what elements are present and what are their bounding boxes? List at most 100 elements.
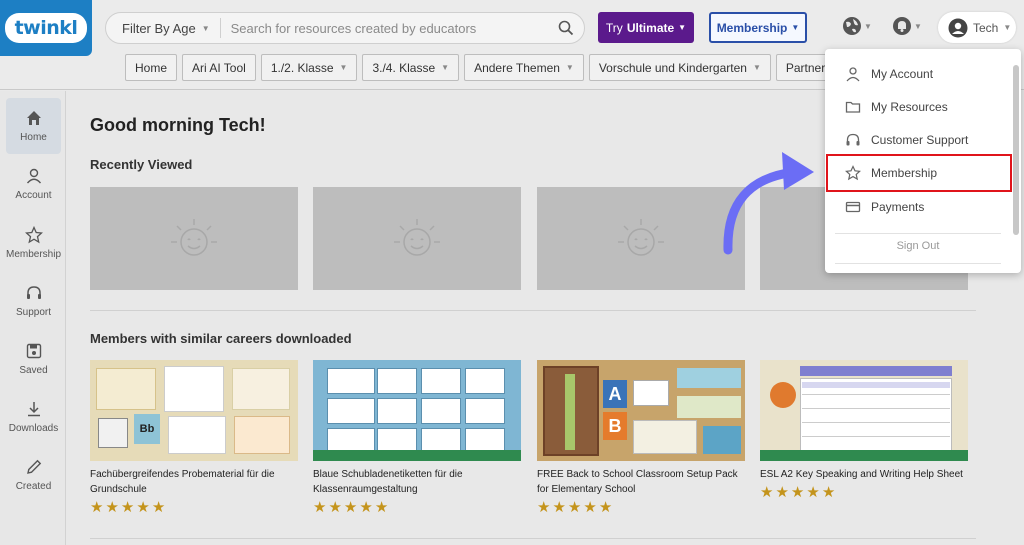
similar-careers-heading: Members with similar careers downloaded (90, 331, 352, 346)
chevron-down-icon: ▼ (791, 23, 800, 32)
left-sidebar: Home Account Membership Support Saved Do… (0, 91, 66, 545)
person-icon (26, 168, 41, 184)
sidebar-item-downloads[interactable]: Downloads (6, 389, 61, 445)
sidebar-item-label: Downloads (8, 423, 59, 434)
nav-vorschule[interactable]: Vorschule und Kindergarten ▼ (588, 54, 771, 81)
menu-item-label: Customer Support (871, 132, 969, 147)
sidebar-item-label: Home (20, 132, 47, 143)
recent-resource-placeholder[interactable] (313, 187, 521, 290)
nav-label: Ari AI Tool (192, 60, 246, 75)
sun-placeholder-icon (394, 218, 440, 256)
star-icon: ★ (552, 499, 566, 516)
search-icon[interactable] (548, 20, 584, 36)
chevron-down-icon: ▼ (678, 23, 687, 32)
annotation-arrow (723, 152, 814, 255)
bell-icon (893, 17, 911, 35)
sidebar-item-support[interactable]: Support (6, 273, 61, 329)
resource-card[interactable]: ESL A2 Key Speaking and Writing Help She… (760, 360, 968, 500)
nav-ari-ai-tool[interactable]: Ari AI Tool (182, 54, 256, 81)
age-filter-label: Filter By Age (122, 20, 196, 36)
dropdown-scrollbar[interactable] (1012, 53, 1020, 269)
resource-card[interactable]: A B FREE Back to School Classroom Setup … (537, 360, 745, 515)
greeting-heading: Good morning Tech! (90, 115, 266, 135)
nav-klasse-1-2[interactable]: 1./2. Klasse ▼ (260, 54, 358, 81)
search-input[interactable] (220, 20, 548, 36)
sidebar-item-membership[interactable]: Membership (6, 215, 61, 271)
chevron-down-icon: ▼ (864, 21, 872, 31)
resource-card[interactable]: Bb Fachübergreifendes Probematerial für … (90, 360, 298, 515)
sidebar-item-home[interactable]: Home (6, 98, 61, 154)
chevron-down-icon: ▼ (914, 21, 922, 31)
folder-icon (845, 101, 861, 113)
sidebar-item-account[interactable]: Account (6, 156, 61, 212)
nav-label: 1./2. Klasse (270, 60, 334, 75)
star-icon: ★ (105, 499, 119, 516)
section-divider (90, 310, 976, 311)
nav-label: Home (135, 60, 168, 75)
try-ultimate-button[interactable]: Try Ultimate ▼ (598, 12, 694, 43)
pencil-icon (26, 459, 41, 474)
star-icon: ★ (821, 484, 836, 501)
sidebar-item-created[interactable]: Created (6, 447, 61, 503)
menu-divider (835, 263, 1001, 264)
star-icon: ★ (151, 499, 166, 516)
nav-andere-themen[interactable]: Andere Themen ▼ (464, 54, 584, 81)
card-icon (845, 201, 861, 212)
scrollbar-thumb[interactable] (1013, 65, 1019, 235)
menu-item-my-account[interactable]: My Account (825, 57, 1011, 90)
download-icon (27, 402, 40, 417)
resource-title[interactable]: Fachübergreifendes Probematerial für die… (90, 467, 298, 497)
resource-title[interactable]: Blaue Schubladenetiketten für die Klasse… (313, 467, 521, 497)
star-icon: ★ (374, 499, 389, 516)
chevron-down-icon: ▼ (1003, 23, 1012, 32)
nav-home[interactable]: Home (125, 54, 178, 81)
chevron-down-icon: ▼ (339, 63, 348, 72)
chevron-down-icon: ▼ (565, 63, 574, 72)
resource-thumbnail[interactable]: Bb (90, 360, 298, 461)
membership-button-label: Membership (716, 20, 788, 35)
globe-icon (843, 17, 861, 35)
resource-thumbnail[interactable]: A B (537, 360, 745, 461)
headset-icon (26, 286, 41, 299)
nav-label: 3./4. Klasse (372, 60, 436, 75)
membership-button[interactable]: Membership ▼ (709, 12, 807, 43)
resource-thumbnail[interactable] (760, 360, 968, 461)
chevron-down-icon: ▼ (201, 23, 210, 33)
nav-label: Vorschule und Kindergarten (598, 60, 747, 75)
sidebar-item-label: Account (15, 190, 52, 201)
star-icon: ★ (790, 484, 805, 501)
sidebar-item-label: Saved (19, 365, 48, 376)
star-icon: ★ (775, 484, 789, 501)
star-icon: ★ (359, 499, 373, 516)
search-bar: Filter By Age ▼ (105, 12, 585, 44)
rating-stars: ★ ★ ★ ★ ★ (313, 500, 521, 515)
chevron-down-icon: ▼ (441, 63, 450, 72)
star-icon: ★ (136, 499, 150, 516)
recent-resource-placeholder[interactable] (90, 187, 298, 290)
star-icon: ★ (537, 499, 551, 516)
language-selector[interactable]: ▼ (842, 16, 872, 36)
nav-klasse-3-4[interactable]: 3./4. Klasse ▼ (362, 54, 460, 81)
notifications-button[interactable]: ▼ (892, 16, 922, 36)
sidebar-item-saved[interactable]: Saved (6, 331, 61, 387)
recently-viewed-heading: Recently Viewed (90, 157, 193, 172)
try-ultimate-prefix: Try (605, 20, 623, 35)
nav-label: Andere Themen (474, 60, 560, 75)
resource-card[interactable]: Blaue Schubladenetiketten für die Klasse… (313, 360, 521, 515)
sign-out-link[interactable]: Sign Out (825, 240, 1011, 252)
menu-item-customer-support[interactable]: Customer Support (825, 123, 1011, 156)
menu-item-my-resources[interactable]: My Resources (825, 90, 1011, 123)
resource-thumbnail[interactable] (313, 360, 521, 461)
menu-item-payments[interactable]: Payments (825, 190, 1011, 223)
age-filter-dropdown[interactable]: Filter By Age ▼ (106, 18, 221, 38)
person-icon (846, 66, 860, 81)
rating-stars: ★ ★ ★ ★ ★ (537, 500, 745, 515)
resource-title[interactable]: FREE Back to School Classroom Setup Pack… (537, 467, 745, 497)
twinkl-logo[interactable]: twinkl (0, 0, 92, 56)
star-icon: ★ (806, 484, 820, 501)
star-icon: ★ (583, 499, 597, 516)
user-menu-button[interactable]: Tech ▼ (938, 12, 1016, 43)
category-nav: Home Ari AI Tool 1./2. Klasse ▼ 3./4. Kla… (125, 54, 895, 81)
star-icon: ★ (343, 499, 358, 516)
resource-title[interactable]: ESL A2 Key Speaking and Writing Help She… (760, 467, 968, 482)
